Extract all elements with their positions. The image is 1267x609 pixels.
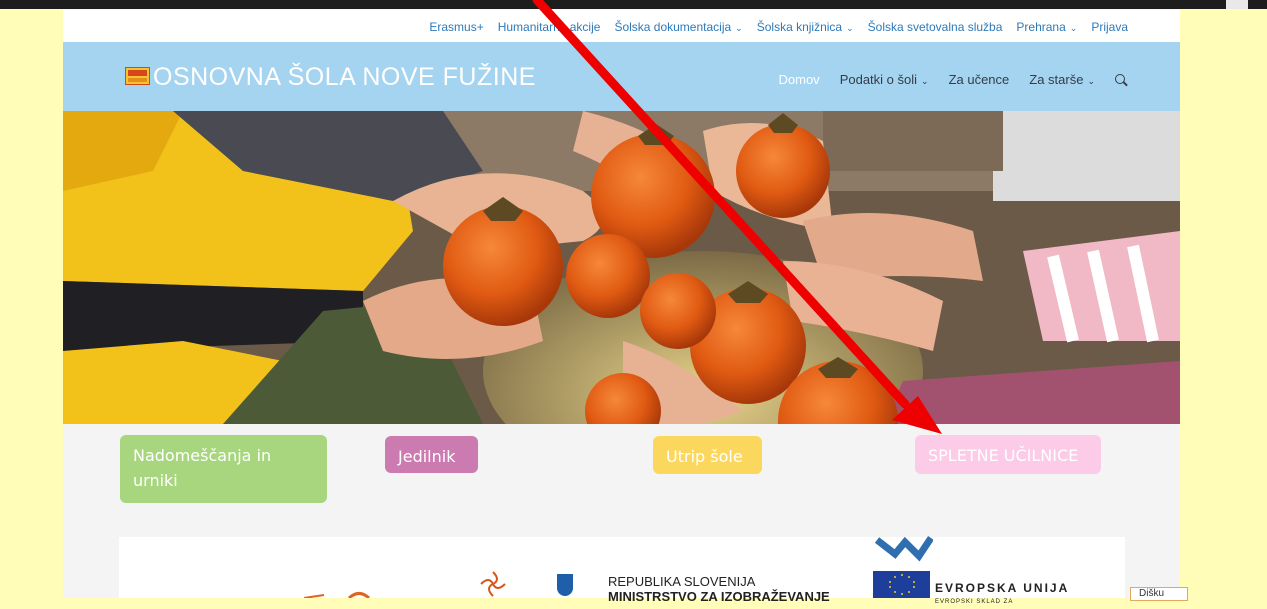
button-nadomescanja-urniki[interactable]: Nadomeščanja in urniki — [120, 435, 327, 503]
hero-image — [63, 111, 1180, 424]
button-spletne-ucilnice[interactable]: SPLETNE UČILNICE — [915, 435, 1101, 474]
hero-photo — [63, 111, 1180, 424]
top-nav-solska-dokumentacija[interactable]: Šolska dokumentacija ⌄ — [614, 20, 742, 34]
eu-text: EVROPSKA UNIJA EVROPSKI SKLAD ZA — [935, 581, 1070, 605]
ministry-text: REPUBLIKA SLOVENIJA MINISTRSTVO ZA IZOBR… — [608, 574, 830, 604]
partner-logo-fragment — [303, 592, 371, 598]
site-title[interactable]: OSNOVNA ŠOLA NOVE FUŽINE — [153, 63, 536, 92]
top-nav-solska-knjiznica[interactable]: Šolska knjižnica ⌄ — [757, 20, 854, 34]
cookie-dismiss-button[interactable]: Dišku — [1130, 587, 1188, 601]
slovenia-crest-icon — [557, 574, 573, 596]
site-header: OSNOVNA ŠOLA NOVE FUŽINE Domov Podatki o… — [63, 42, 1180, 111]
eu-flag-icon — [873, 571, 930, 598]
eu-fund-logo — [875, 536, 933, 562]
chevron-down-icon: ⌄ — [1069, 23, 1078, 33]
top-bar: Erasmus+ Humanitarne akcije Šolska dokum… — [63, 10, 1180, 42]
nav-za-ucence[interactable]: Za učence — [949, 72, 1010, 87]
browser-top-strip — [0, 0, 1267, 9]
nav-za-starse[interactable]: Za starše ⌄ — [1029, 72, 1095, 87]
button-jedilnik[interactable]: Jedilnik — [385, 436, 478, 473]
website: Erasmus+ Humanitarne akcije Šolska dokum… — [63, 10, 1180, 605]
top-nav-erasmus[interactable]: Erasmus+ — [429, 20, 483, 34]
browser-tab[interactable] — [1226, 0, 1248, 9]
partner-logos: REPUBLIKA SLOVENIJA MINISTRSTVO ZA IZOBR… — [119, 536, 1125, 605]
chevron-down-icon: ⌄ — [846, 23, 854, 33]
content-area: Nadomeščanja in urniki Jedilnik Utrip šo… — [63, 424, 1180, 605]
nav-podatki-o-soli[interactable]: Podatki o šoli ⌄ — [840, 72, 929, 87]
top-nav-svetovalna-sluzba[interactable]: Šolska svetovalna služba — [868, 20, 1003, 34]
nav-domov[interactable]: Domov — [779, 72, 820, 87]
button-utrip-sole[interactable]: Utrip šole — [653, 436, 762, 474]
ministry-swirl-logo — [480, 571, 506, 597]
top-nav: Erasmus+ Humanitarne akcije Šolska dokum… — [429, 20, 1128, 34]
school-logo[interactable] — [125, 67, 150, 85]
chevron-down-icon: ⌄ — [735, 23, 743, 33]
search-icon[interactable] — [1115, 73, 1127, 86]
chevron-down-icon: ⌄ — [1087, 76, 1095, 86]
top-nav-prehrana[interactable]: Prehrana ⌄ — [1016, 20, 1077, 34]
chevron-down-icon: ⌄ — [921, 76, 929, 86]
top-nav-humanitarne-akcije[interactable]: Humanitarne akcije — [498, 20, 601, 34]
main-nav: Domov Podatki o šoli ⌄ Za učence Za starš… — [779, 72, 1128, 87]
top-nav-prijava[interactable]: Prijava — [1091, 20, 1128, 34]
